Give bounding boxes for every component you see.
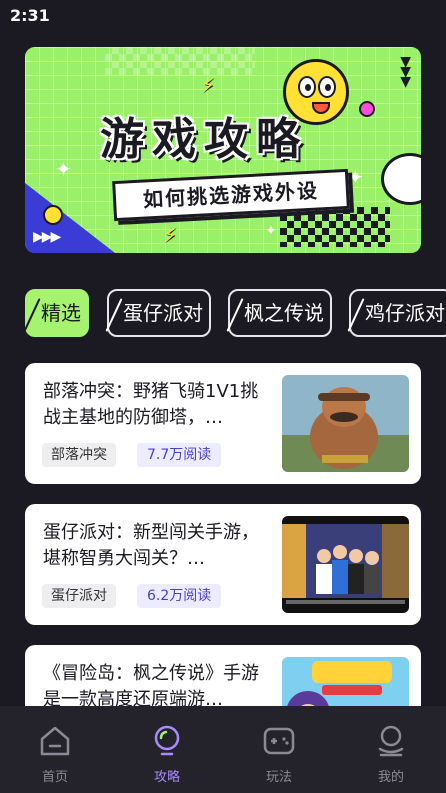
tab-label: 鸡仔派对 — [365, 301, 445, 325]
nav-label: 玩法 — [265, 770, 292, 785]
nav-label: 攻略 — [153, 770, 180, 785]
tab-label: 精选 — [41, 301, 81, 325]
bulb-icon — [154, 725, 180, 756]
sparkle-icon: ✦ — [347, 165, 364, 189]
article-card[interactable]: 蛋仔派对：新型闯关手游，堪称智勇大闯关？… 蛋仔派对 6.2万阅读 — [25, 504, 421, 625]
article-tag: 蛋仔派对 — [42, 584, 116, 608]
arrows-icon: ▶▶▶ — [33, 229, 61, 245]
bottom-navigation: 首页 攻略 玩法 我的 — [0, 706, 446, 793]
nav-label: 首页 — [41, 770, 68, 785]
nav-guide[interactable]: 攻略 — [112, 706, 222, 793]
article-tag: 部落冲突 — [42, 443, 116, 467]
tab-label: 枫之传说 — [244, 301, 324, 325]
article-read-count: 6.2万阅读 — [137, 584, 222, 608]
guide-banner[interactable]: ▶▶▶ ▼ ▼ ▼ ⚡ ⚡ ✦ ✦ ✦ 游戏攻略 如何挑选游戏外设 — [25, 47, 421, 253]
lightning-icon: ⚡ — [201, 73, 216, 97]
article-read-count: 7.7万阅读 — [137, 443, 222, 467]
banner-checker-bottom — [280, 207, 390, 247]
tab-eggy-party[interactable]: 蛋仔派对 — [105, 289, 211, 337]
sparkle-icon: ✦ — [265, 223, 277, 239]
banner-title: 游戏攻略 — [100, 114, 308, 165]
tab-label: 蛋仔派对 — [123, 301, 203, 325]
nav-gameplay[interactable]: 玩法 — [224, 706, 334, 793]
lightning-icon: ⚡ — [163, 223, 178, 247]
profile-icon — [378, 725, 404, 757]
status-bar: 2:31 — [0, 0, 446, 32]
nav-label: 我的 — [377, 770, 404, 785]
tab-slash-decoration — [226, 298, 244, 332]
tab-slash-decoration — [347, 298, 365, 332]
article-card[interactable]: 部落冲突：野猪飞骑1V1挑战主基地的防御塔，… 部落冲突 7.7万阅读 — [25, 363, 421, 484]
yellow-dot-decoration — [43, 205, 63, 225]
tab-maple-legend[interactable]: 枫之传说 — [226, 289, 332, 337]
category-tabs: 精选 蛋仔派对 枫之传说 鸡仔派对 — [25, 289, 446, 339]
article-title: 蛋仔派对：新型闯关手游，堪称智勇大闯关？… — [43, 522, 259, 569]
tab-chick-party[interactable]: 鸡仔派对 — [347, 289, 446, 337]
triangles-icon: ▼ ▼ ▼ — [400, 54, 411, 90]
tab-slash-decoration — [105, 298, 123, 332]
tab-slash-decoration — [25, 298, 41, 332]
pink-dot-decoration — [359, 101, 375, 117]
home-icon — [40, 726, 70, 756]
sparkle-icon: ✦ — [55, 157, 72, 181]
tab-featured[interactable]: 精选 — [25, 289, 89, 337]
article-title: 部落冲突：野猪飞骑1V1挑战主基地的防御塔，… — [43, 381, 259, 428]
status-time: 2:31 — [10, 6, 50, 25]
nav-home[interactable]: 首页 — [0, 706, 110, 793]
gamepad-icon — [263, 727, 295, 755]
hog-rider-thumbnail — [282, 375, 409, 472]
banner-checker-top — [105, 47, 255, 75]
nav-profile[interactable]: 我的 — [336, 706, 446, 793]
game-show-thumbnail — [282, 516, 409, 613]
